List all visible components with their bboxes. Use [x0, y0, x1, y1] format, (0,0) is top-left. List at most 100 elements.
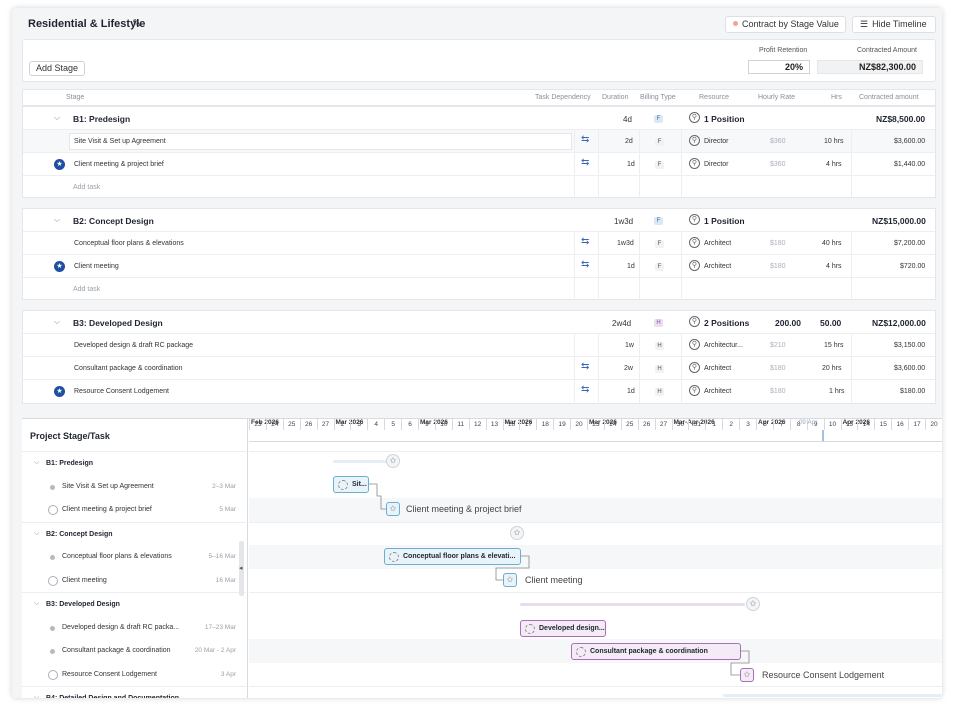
timeline-task-row[interactable]: Consultant package & coordination 20 Mar …: [22, 639, 246, 663]
stage-row[interactable]: ⌵ B2: Concept Design 1w3d F ⚲ 1 Position…: [23, 209, 935, 232]
stage-amount: NZ$12,000.00: [872, 318, 926, 328]
person-icon: ⚲: [689, 112, 700, 123]
timeline-task-row[interactable]: Client meeting 16 Mar: [22, 569, 246, 593]
task-resource[interactable]: Architect: [704, 388, 731, 395]
col-divider: [639, 334, 640, 405]
task-row[interactable]: ★ Client meeting & project brief ⇆ 1d F …: [23, 153, 935, 176]
task-row[interactable]: Conceptual floor plans & elevations ⇆ 1w…: [23, 232, 935, 255]
task-amount: $3,600.00: [894, 138, 926, 145]
edit-title-icon[interactable]: ✎: [132, 17, 141, 30]
person-icon: ⚲: [689, 260, 700, 271]
task-hrs: 15 hrs: [824, 342, 844, 349]
contract-by-stage-value-button[interactable]: Contract by Stage Value: [725, 16, 846, 33]
timeline-task-row[interactable]: Client meeting & project brief 5 Mar: [22, 498, 246, 522]
task-rate: $360: [770, 138, 786, 145]
chevron-down-icon[interactable]: ⌵: [34, 600, 39, 608]
person-icon: ⚲: [689, 135, 700, 146]
add-stage-button[interactable]: Add Stage: [29, 61, 86, 76]
billing-badge: F: [655, 263, 664, 271]
timeline-task-row[interactable]: Developed design & draft RC packa... 17–2…: [22, 616, 246, 640]
task-amount: $7,200.00: [894, 240, 926, 247]
add-task-link[interactable]: Add task: [73, 286, 100, 293]
contracted-amount-value: NZ$82,300.00: [817, 60, 923, 74]
task-resource[interactable]: Director: [704, 161, 729, 168]
hide-timeline-button[interactable]: ☰ Hide Timeline: [852, 16, 936, 33]
chevron-down-icon[interactable]: ⌵: [34, 459, 39, 467]
timeline-task-row[interactable]: Site Visit & Set up Agreement 2–3 Mar: [22, 475, 246, 499]
person-icon: ⚲: [689, 237, 700, 248]
timeline-task-name: Developed design & draft RC packa...: [62, 623, 180, 631]
task-hrs: 4 hrs: [826, 161, 842, 168]
dependency-connectors: [369, 483, 750, 676]
dependency-icon[interactable]: ⇆: [581, 157, 589, 168]
milestone-star-icon[interactable]: ★: [54, 386, 65, 397]
stage-resource: 2 Positions: [704, 318, 750, 328]
milestone-icon: [48, 575, 58, 586]
person-icon: ⚲: [689, 214, 700, 225]
collapse-arrow-icon[interactable]: ◂: [239, 564, 243, 572]
task-row[interactable]: ★ Client meeting ⇆ 1d F ⚲ Architect $180…: [23, 255, 935, 278]
milestone-star-icon[interactable]: ★: [54, 261, 65, 272]
timeline-stage-row[interactable]: ⌵ B1: Predesign: [22, 451, 246, 475]
profit-retention-label: Profit Retention: [759, 47, 808, 54]
timeline-stage-row[interactable]: ⌵ B4: Detailed Design and Documentation: [22, 686, 246, 698]
task-row[interactable]: Developed design & draft RC package 1w H…: [23, 334, 935, 357]
stage-row[interactable]: ⌵ B1: Predesign 4d F ⚲ 1 Position NZ$8,5…: [23, 107, 935, 130]
task-resource[interactable]: Architectur...: [704, 342, 743, 349]
task-row[interactable]: Consultant package & coordination ⇆ 2w H…: [23, 357, 935, 380]
timeline-stage-row[interactable]: ⌵ B3: Developed Design: [22, 592, 246, 616]
task-resource[interactable]: Architect: [704, 263, 731, 270]
col-divider: [598, 232, 599, 301]
timeline-task-row[interactable]: Conceptual floor plans & elevations 5–16 …: [22, 545, 246, 569]
dependency-icon[interactable]: ⇆: [581, 361, 589, 372]
task-resource[interactable]: Architect: [704, 240, 731, 247]
timeline-stage-name: B2: Concept Design: [46, 530, 113, 538]
task-row[interactable]: Site Visit & Set up Agreement ⇆ 2d F ⚲ D…: [23, 130, 935, 153]
task-name: Consultant package & coordination: [74, 365, 183, 372]
person-icon: ⚲: [689, 385, 700, 396]
chevron-down-icon[interactable]: ⌵: [34, 530, 39, 538]
task-rate: $180: [770, 365, 786, 372]
chevron-down-icon[interactable]: ⌵: [54, 317, 60, 327]
billing-badge: F: [655, 161, 664, 169]
task-resource[interactable]: Architect: [704, 365, 731, 372]
stage-resource: 1 Position: [704, 216, 745, 226]
add-task-link[interactable]: Add task: [73, 184, 100, 191]
chevron-down-icon[interactable]: ⌵: [54, 215, 60, 225]
billing-badge: F: [654, 115, 663, 123]
add-task-row[interactable]: Add task: [23, 176, 935, 199]
stage-block-b2: ⌵ B2: Concept Design 1w3d F ⚲ 1 Position…: [22, 208, 936, 301]
timeline-task-name: Consultant package & coordination: [62, 647, 171, 654]
col-divider: [681, 130, 682, 199]
task-row[interactable]: ★ Resource Consent Lodgement ⇆ 1d H ⚲ Ar…: [23, 380, 935, 403]
task-duration: 1d: [627, 388, 635, 395]
billing-badge: H: [655, 388, 664, 396]
timeline-task-date: 17–23 Mar: [204, 623, 236, 631]
timeline-task-date: 16 Mar: [215, 576, 236, 584]
stage-name: B2: Concept Design: [73, 216, 154, 226]
page-title: Residential & Lifestyle: [28, 18, 146, 30]
col-divider: [639, 232, 640, 301]
profit-retention-input[interactable]: 20%: [748, 60, 810, 74]
dependency-icon[interactable]: ⇆: [581, 384, 589, 395]
timeline-list-header: Project Stage/Task: [30, 431, 110, 441]
person-icon: ⚲: [689, 158, 700, 169]
col-divider: [598, 334, 599, 405]
col-duration: Duration: [602, 94, 629, 101]
stage-row[interactable]: ⌵ B3: Developed Design 2w4d H ⚲ 2 Positi…: [23, 311, 935, 334]
chevron-down-icon[interactable]: ⌵: [54, 113, 60, 123]
timeline-task-row[interactable]: Resource Consent Lodgement 3 Apr: [22, 663, 246, 687]
milestone-star-icon[interactable]: ★: [54, 159, 65, 170]
dependency-icon[interactable]: ⇆: [581, 134, 589, 145]
add-task-row[interactable]: Add task: [23, 278, 935, 301]
task-hrs: 20 hrs: [822, 365, 842, 372]
stage-amount: NZ$8,500.00: [876, 114, 926, 124]
timeline-stage-name: B4: Detailed Design and Documentation: [46, 695, 179, 698]
chevron-down-icon[interactable]: ⌵: [34, 694, 39, 698]
task-resource[interactable]: Director: [704, 138, 729, 145]
task-rate: $180: [770, 388, 786, 395]
dependency-icon[interactable]: ⇆: [581, 236, 589, 247]
dependency-icon[interactable]: ⇆: [581, 259, 589, 270]
task-rate: $360: [770, 161, 786, 168]
timeline-stage-row[interactable]: ⌵ B2: Concept Design: [22, 521, 246, 546]
